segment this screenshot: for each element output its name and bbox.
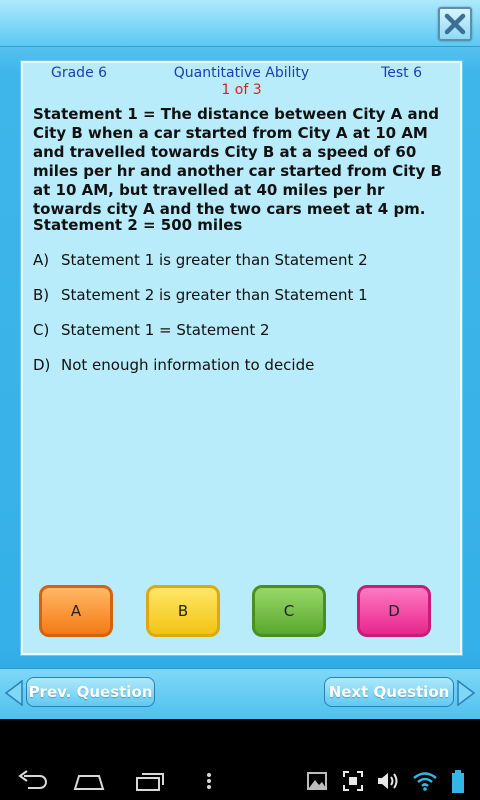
answer-a-button[interactable]: A (39, 585, 113, 637)
option-text: Not enough information to decide (61, 356, 315, 374)
left-arrow-icon[interactable] (4, 680, 24, 706)
wifi-icon (413, 772, 437, 791)
next-question-button[interactable]: Next Question (324, 677, 454, 707)
option-text: Statement 1 is greater than Statement 2 (61, 251, 368, 269)
option-d: D) Not enough information to decide (33, 356, 314, 374)
quiz-app: Grade 6 Quantitative Ability Test 6 1 of… (0, 0, 480, 719)
system-bar (0, 762, 480, 800)
option-letter: A) (33, 251, 50, 269)
option-letter: B) (33, 286, 50, 304)
volume-icon (378, 773, 398, 789)
question-card: Grade 6 Quantitative Ability Test 6 1 of… (21, 61, 462, 655)
statement-2: Statement 2 = 500 miles (33, 216, 243, 234)
menu-icon[interactable] (204, 770, 214, 792)
option-letter: C) (33, 321, 50, 339)
back-icon[interactable] (16, 770, 48, 792)
answer-c-button[interactable]: C (252, 585, 326, 637)
home-icon[interactable] (72, 770, 106, 792)
close-button[interactable] (438, 7, 472, 41)
prev-question-button[interactable]: Prev. Question (26, 677, 155, 707)
top-bar (0, 0, 480, 47)
option-text: Statement 1 = Statement 2 (61, 321, 270, 339)
statement-1: Statement 1 = The distance between City … (33, 105, 442, 218)
question-progress: 1 of 3 (221, 82, 262, 98)
answer-d-button[interactable]: D (357, 585, 431, 637)
test-label: Test 6 (381, 65, 422, 81)
close-icon (444, 13, 466, 35)
option-c: C) Statement 1 = Statement 2 (33, 321, 270, 339)
answer-b-button[interactable]: B (146, 585, 220, 637)
option-a: A) Statement 1 is greater than Statement … (33, 251, 368, 269)
right-arrow-icon[interactable] (456, 680, 476, 706)
option-text: Statement 2 is greater than Statement 1 (61, 286, 368, 304)
recent-apps-icon[interactable] (134, 770, 166, 792)
screenshot-icon (343, 771, 363, 791)
battery-icon (452, 770, 464, 793)
gallery-icon (307, 772, 327, 790)
navigation-bar: Prev. Question Next Question (0, 668, 480, 719)
option-b: B) Statement 2 is greater than Statement … (33, 286, 368, 304)
option-letter: D) (33, 356, 51, 374)
